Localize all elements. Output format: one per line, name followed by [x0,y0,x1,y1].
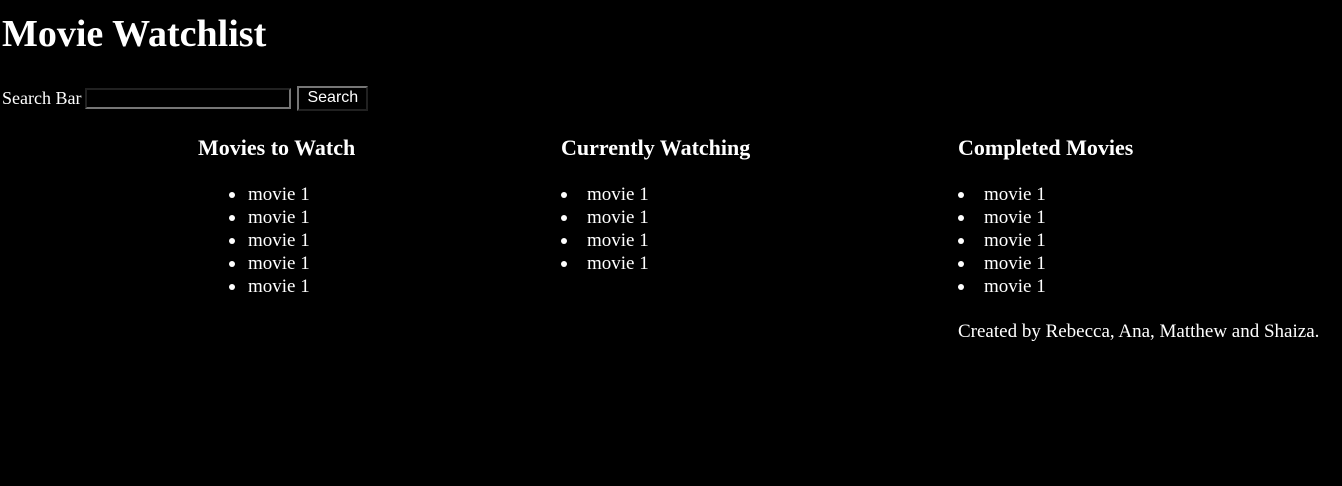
list-item: movie 1 [228,252,355,275]
currently-watching-column: Currently Watching movie 1 movie 1 movie… [560,135,751,275]
movie-list: movie 1 movie 1 movie 1 movie 1 [560,183,750,275]
movies-to-watch-column: Movies to Watch movie 1 movie 1 movie 1 … [198,135,355,298]
list-item: movie 1 [560,183,750,206]
watchlist-page: Movie Watchlist Search Bar Search Movies… [0,0,1342,486]
column-heading: Movies to Watch [198,135,356,160]
search-label: Search Bar [2,87,82,108]
list-item: movie 1 [957,206,1133,229]
movie-list: movie 1 movie 1 movie 1 movie 1 movie 1 [957,183,1133,298]
list-item: movie 1 [560,252,750,275]
list-item: movie 1 [228,206,355,229]
list-item: movie 1 [560,206,750,229]
completed-movies-column: Completed Movies movie 1 movie 1 movie 1… [957,135,1134,298]
list-item: movie 1 [957,229,1133,252]
list-item: movie 1 [560,229,750,252]
list-item: movie 1 [957,183,1133,206]
list-item: movie 1 [957,275,1133,298]
page-title: Movie Watchlist [2,13,267,55]
credits-text: Created by Rebecca, Ana, Matthew and Sha… [958,321,1320,342]
search-bar: Search Bar Search [2,85,369,111]
list-item: movie 1 [228,229,355,252]
list-item: movie 1 [228,275,355,298]
list-item: movie 1 [228,183,355,206]
search-input[interactable] [85,87,292,109]
search-button[interactable]: Search [297,85,369,111]
column-heading: Currently Watching [561,135,751,160]
list-item: movie 1 [957,252,1133,275]
movie-list: movie 1 movie 1 movie 1 movie 1 movie 1 [198,183,355,298]
column-heading: Completed Movies [958,135,1134,160]
